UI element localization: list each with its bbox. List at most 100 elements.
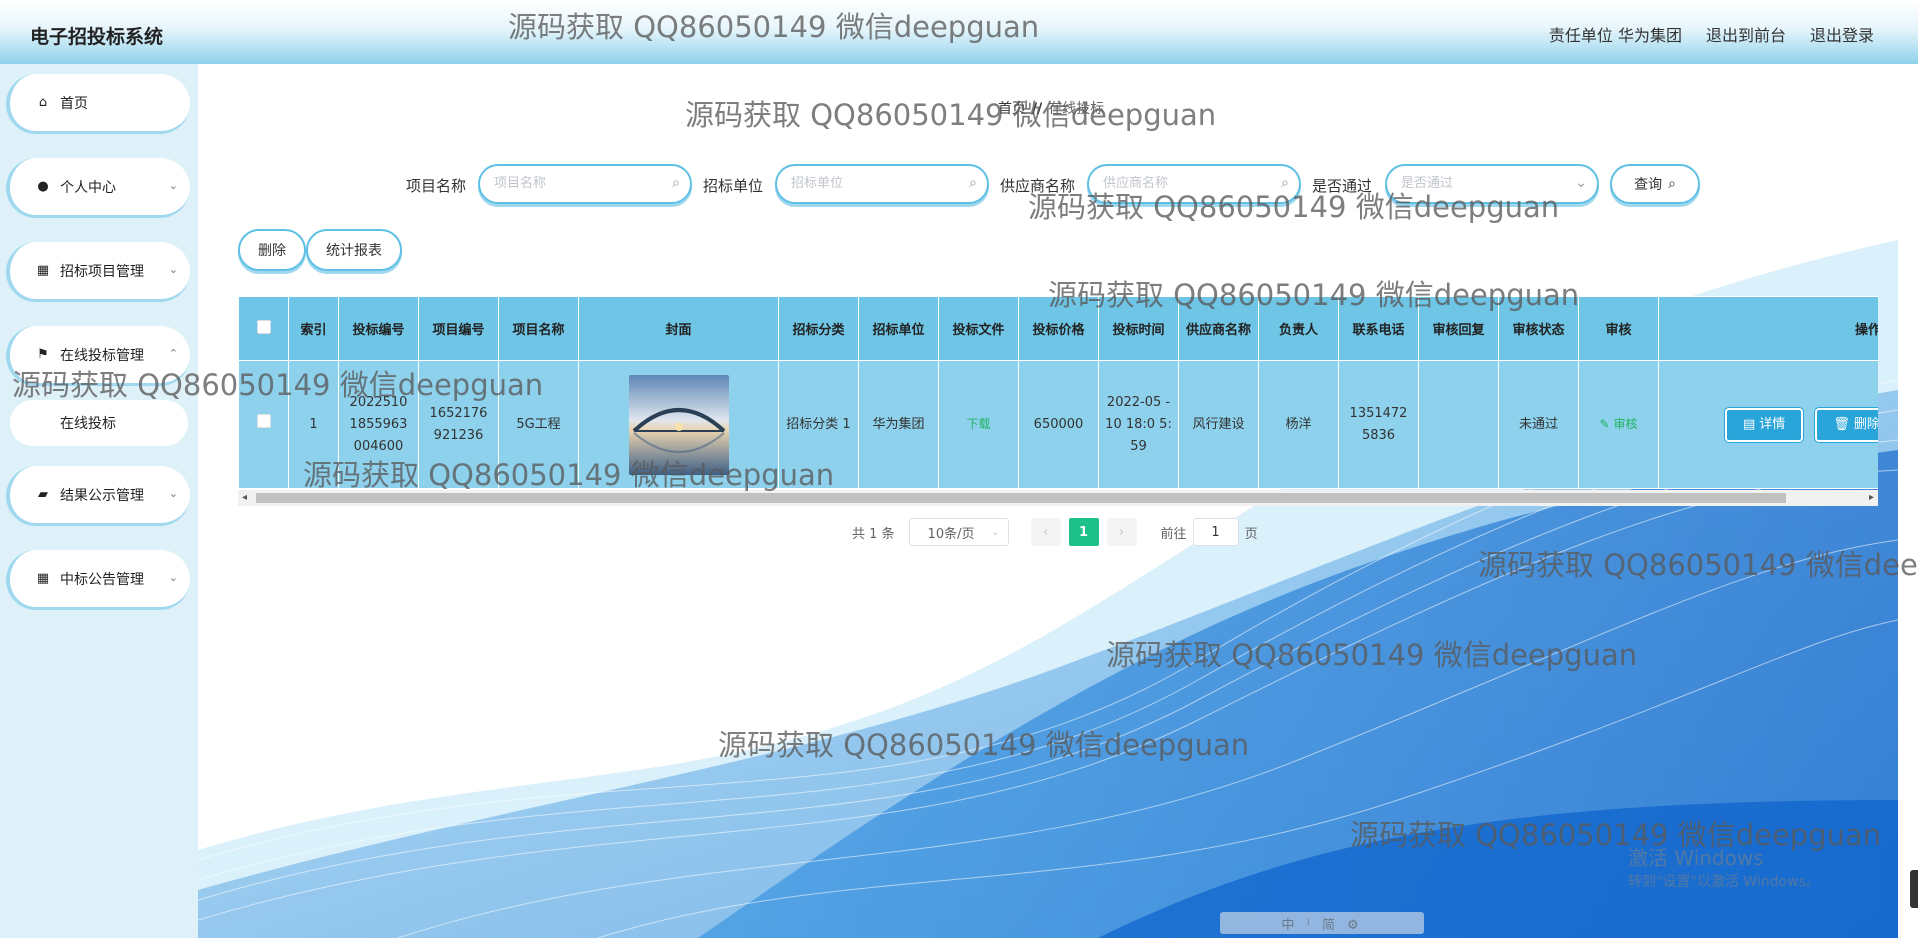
breadcrumb: 首页 // 在线投标 (998, 98, 1104, 118)
exit-to-frontend-link[interactable]: 退出到前台 (1706, 22, 1786, 46)
goto-label: 前往 (1160, 526, 1187, 542)
logout-link[interactable]: 退出登录 (1810, 22, 1874, 46)
briefcase-icon: ▰ (38, 487, 48, 502)
cell-price: 650000 (1018, 360, 1099, 489)
cell-project-no: 1652176 921236 (418, 360, 499, 489)
tender-unit-label: 招标单位 (703, 177, 764, 195)
project-name-field[interactable]: ⌕ (478, 164, 692, 204)
cell-supplier: 风行建设 (1178, 360, 1259, 489)
breadcrumb-home[interactable]: 首页 (998, 101, 1026, 117)
column-header: 供应商名称 (1178, 296, 1259, 361)
chevron-down-icon: ⌄ (168, 571, 178, 584)
page-number-current[interactable]: 1 (1068, 518, 1099, 546)
column-header: 操作 (1658, 296, 1878, 361)
select-all-cell[interactable] (238, 296, 289, 361)
page-size-select[interactable]: 10条/页 ⌄ (908, 518, 1009, 546)
column-header: 索引 (288, 296, 339, 361)
supplier-name-label: 供应商名称 (1000, 177, 1076, 195)
select-all-checkbox[interactable] (256, 319, 271, 334)
column-header: 项目编号 (418, 296, 499, 361)
breadcrumb-separator: // (1032, 101, 1043, 117)
query-button-label: 查询 (1634, 177, 1663, 193)
scroll-right-arrow-icon[interactable]: ▸ (1869, 492, 1874, 503)
cell-index: 1 (288, 360, 339, 489)
search-icon: ⌕ (1281, 175, 1289, 191)
chevron-right-icon: › (1118, 524, 1125, 540)
sidebar-item-label: 首页 (60, 95, 88, 112)
cell-project-name: 5G工程 (498, 360, 579, 489)
ime-toolbar[interactable]: 中 ⁾ 简 ⚙ (1220, 912, 1424, 934)
query-button[interactable]: 查询 ⌕ (1610, 164, 1700, 204)
cell-cover (578, 360, 779, 489)
windows-activation-notice: 激活 Windows 转到"设置"以激活 Windows。 (1628, 842, 1820, 891)
chevron-down-icon: ⌄ (168, 179, 178, 192)
grid-icon: ▦ (36, 571, 50, 586)
chevron-down-icon: ⌄ (991, 526, 1000, 538)
trash-icon: 🗑 (1833, 416, 1850, 432)
cell-phone: 1351472 5836 (1338, 360, 1419, 489)
next-page-button[interactable]: › (1106, 518, 1137, 546)
sidebar-item-home[interactable]: ⌂ 首页 (6, 74, 190, 134)
download-link[interactable]: 下载 (966, 417, 990, 431)
page-size-value: 10条/页 (927, 526, 975, 542)
sidebar-item-profile[interactable]: ● 个人中心 ⌄ (6, 158, 190, 218)
cell-unit: 华为集团 (858, 360, 939, 489)
search-icon: ⌕ (969, 175, 977, 191)
scrollbar-thumb[interactable] (256, 493, 1786, 503)
header-links: 责任单位 华为集团 退出到前台 退出登录 (1549, 22, 1874, 46)
tender-unit-input[interactable] (791, 176, 951, 191)
cell-file: 下载 (938, 360, 1019, 489)
is-passed-select[interactable]: ⌄ (1385, 164, 1599, 204)
cell-manager: 杨洋 (1258, 360, 1339, 489)
column-header: 投标文件 (938, 296, 1019, 361)
horizontal-scrollbar[interactable]: ◂ ▸ (238, 490, 1878, 506)
batch-delete-button[interactable]: 删除 (238, 229, 306, 271)
project-name-label: 项目名称 (406, 177, 467, 195)
supplier-name-field[interactable]: ⌕ (1087, 164, 1301, 204)
sidebar-item-tender-projects[interactable]: ▦ 招标项目管理 ⌄ (6, 242, 190, 302)
sidebar-item-award-notice[interactable]: ▦ 中标公告管理 ⌄ (6, 550, 190, 610)
edge-handle[interactable] (1910, 870, 1918, 908)
submenu-item-online-bid[interactable]: 在线投标 (10, 400, 188, 446)
audit-link-label: 审核 (1613, 417, 1638, 431)
cover-image[interactable] (628, 374, 729, 475)
delete-button[interactable]: 🗑 删除 (1815, 407, 1878, 442)
sidebar-item-label: 个人中心 (60, 179, 116, 196)
goto-page-input[interactable]: 1 (1192, 518, 1239, 546)
user-icon: ● (37, 179, 49, 194)
row-select-cell[interactable] (238, 360, 289, 489)
sidebar-item-result-publicity[interactable]: ▰ 结果公示管理 ⌄ (6, 466, 190, 526)
submenu-item-label: 在线投标 (60, 416, 116, 432)
sidebar-item-online-bidding[interactable]: ⚑ 在线投标管理 ⌃ (6, 326, 190, 386)
activation-title: 激活 Windows (1628, 846, 1764, 870)
statistics-report-button[interactable]: 统计报表 (306, 229, 402, 271)
column-header: 审核 (1578, 296, 1659, 361)
column-header: 负责人 (1258, 296, 1339, 361)
bid-table: 索引 投标编号 项目编号 项目名称 封面 招标分类 招标单位 投标文件 投标价格… (238, 296, 1878, 506)
prev-page-button[interactable]: ‹ (1030, 518, 1061, 546)
column-header: 招标单位 (858, 296, 939, 361)
chevron-down-icon: ⌄ (1575, 175, 1587, 191)
audit-link[interactable]: ✎ 审核 (1600, 417, 1638, 431)
flag-icon: ⚑ (37, 347, 49, 362)
home-icon: ⌂ (38, 95, 48, 110)
row-checkbox[interactable] (256, 413, 271, 428)
supplier-name-input[interactable] (1103, 176, 1263, 191)
responsible-unit-link[interactable]: 责任单位 华为集团 (1549, 22, 1682, 46)
column-header: 审核状态 (1498, 296, 1579, 361)
cell-time: 2022-05 -10 18:0 5:59 (1098, 360, 1179, 489)
cell-bid-no: 2022510 1855963 004600 (338, 360, 419, 489)
column-header: 投标时间 (1098, 296, 1179, 361)
detail-button[interactable]: ▤ 详情 (1725, 407, 1804, 442)
project-name-input[interactable] (494, 176, 654, 191)
scroll-left-arrow-icon[interactable]: ◂ (242, 492, 247, 503)
tender-unit-field[interactable]: ⌕ (775, 164, 989, 204)
activation-subtitle: 转到"设置"以激活 Windows。 (1628, 874, 1820, 890)
column-header: 联系电话 (1338, 296, 1419, 361)
is-passed-input[interactable] (1401, 176, 1561, 191)
watermark-text: 源码获取 QQ86050149 微信deepguan (685, 98, 1217, 132)
grid-icon: ▦ (36, 263, 50, 278)
column-header: 投标编号 (338, 296, 419, 361)
edit-icon: ✎ (1599, 417, 1610, 431)
delete-button-label: 删除 (1853, 416, 1878, 432)
